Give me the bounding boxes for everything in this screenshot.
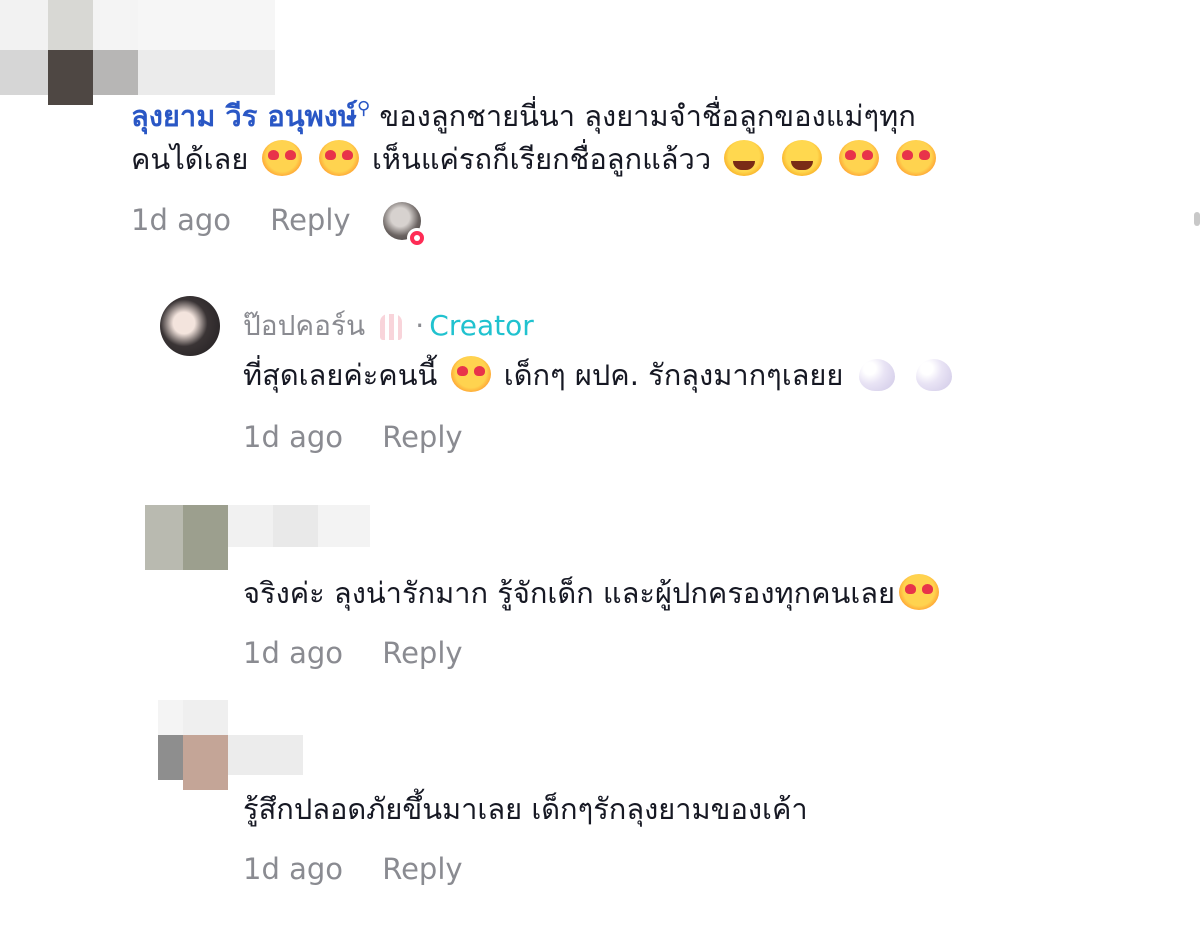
comment-4-meta: 1d ago Reply: [243, 852, 463, 886]
search-icon: ⚲: [357, 98, 371, 119]
smiling-face-with-hearts-icon: [450, 356, 491, 392]
white-heart-icon: [858, 359, 895, 391]
comment-2-reply-button[interactable]: Reply: [382, 420, 462, 454]
heart-badge-icon: [407, 228, 427, 248]
comment-4-reply-button[interactable]: Reply: [382, 852, 462, 886]
comment-2-author-name[interactable]: ป๊อปคอร์น: [243, 309, 365, 342]
smiling-face-with-hearts-icon: [261, 140, 302, 176]
smiling-face-with-hearts-icon: [838, 140, 879, 176]
smiling-face-with-hearts-icon: [899, 574, 940, 610]
comment-3-text: จริงค่ะ ลุงน่ารักมาก รู้จักเด็ก และผู้ปก…: [243, 576, 896, 610]
scroll-indicator[interactable]: [1194, 212, 1200, 226]
comment-1-author-name[interactable]: ลุงยาม วีร อนุพงษ์: [131, 99, 357, 133]
comment-2-text-part-2: เด็กๆ ผปค. รักลุงมากๆเลยย: [503, 358, 844, 392]
face-with-tears-of-joy-icon: [781, 140, 822, 176]
creator-badge-separator: ·: [415, 309, 425, 342]
comment-2-text-part-1: ที่สุดเลยค่ะคนนี้: [243, 358, 438, 392]
comment-1-meta: 1d ago Reply: [131, 203, 351, 237]
comment-4-body: รู้สึกปลอดภัยขึ้นมาเลย เด็กๆรักลุงยามของ…: [243, 782, 808, 836]
comment-1-reply-button[interactable]: Reply: [270, 203, 350, 237]
comment-3-body: จริงค่ะ ลุงน่ารักมาก รู้จักเด็ก และผู้ปก…: [243, 566, 943, 620]
comment-2-meta: 1d ago Reply: [243, 420, 463, 454]
comment-4-timestamp: 1d ago: [243, 852, 343, 886]
smiling-face-with-hearts-icon: [318, 140, 359, 176]
comment-3-reply-button[interactable]: Reply: [382, 636, 462, 670]
comment-1-timestamp: 1d ago: [131, 203, 231, 237]
comment-3-timestamp: 1d ago: [243, 636, 343, 670]
comment-1-text-part-3: เห็นแค่รถก็เรียกชื่อลูกแล้วว: [371, 142, 712, 176]
comment-1-text-part-1: ของลูกชายนี่นา ลุงยามจำชื่อลูกของแม่ๆทุก: [379, 99, 916, 133]
creator-badge: Creator: [429, 309, 534, 342]
creator-avatar[interactable]: [160, 296, 220, 356]
comment-1-text-part-2: คนได้เลย: [131, 142, 249, 176]
avatar-blurred-4[interactable]: [158, 700, 303, 790]
comment-3-meta: 1d ago Reply: [243, 636, 463, 670]
comment-1-line-2: คนได้เลย เห็นแค่รถก็เรียกชื่อลูกแล้วว: [131, 132, 940, 186]
comment-2-timestamp: 1d ago: [243, 420, 343, 454]
creator-liked-avatar: [383, 202, 427, 248]
face-with-tears-of-joy-icon: [724, 140, 765, 176]
popcorn-icon: [380, 314, 403, 340]
smiling-face-with-hearts-icon: [896, 140, 936, 176]
avatar-blurred-3[interactable]: [145, 505, 370, 570]
white-heart-icon: [915, 359, 952, 391]
comment-2-header: ป๊อปคอร์น · Creator: [243, 304, 534, 348]
comment-2-body: ที่สุดเลยค่ะคนนี้ เด็กๆ ผปค. รักลุงมากๆเ…: [243, 348, 958, 402]
comment-4-text: รู้สึกปลอดภัยขึ้นมาเลย เด็กๆรักลุงยามของ…: [243, 792, 808, 826]
